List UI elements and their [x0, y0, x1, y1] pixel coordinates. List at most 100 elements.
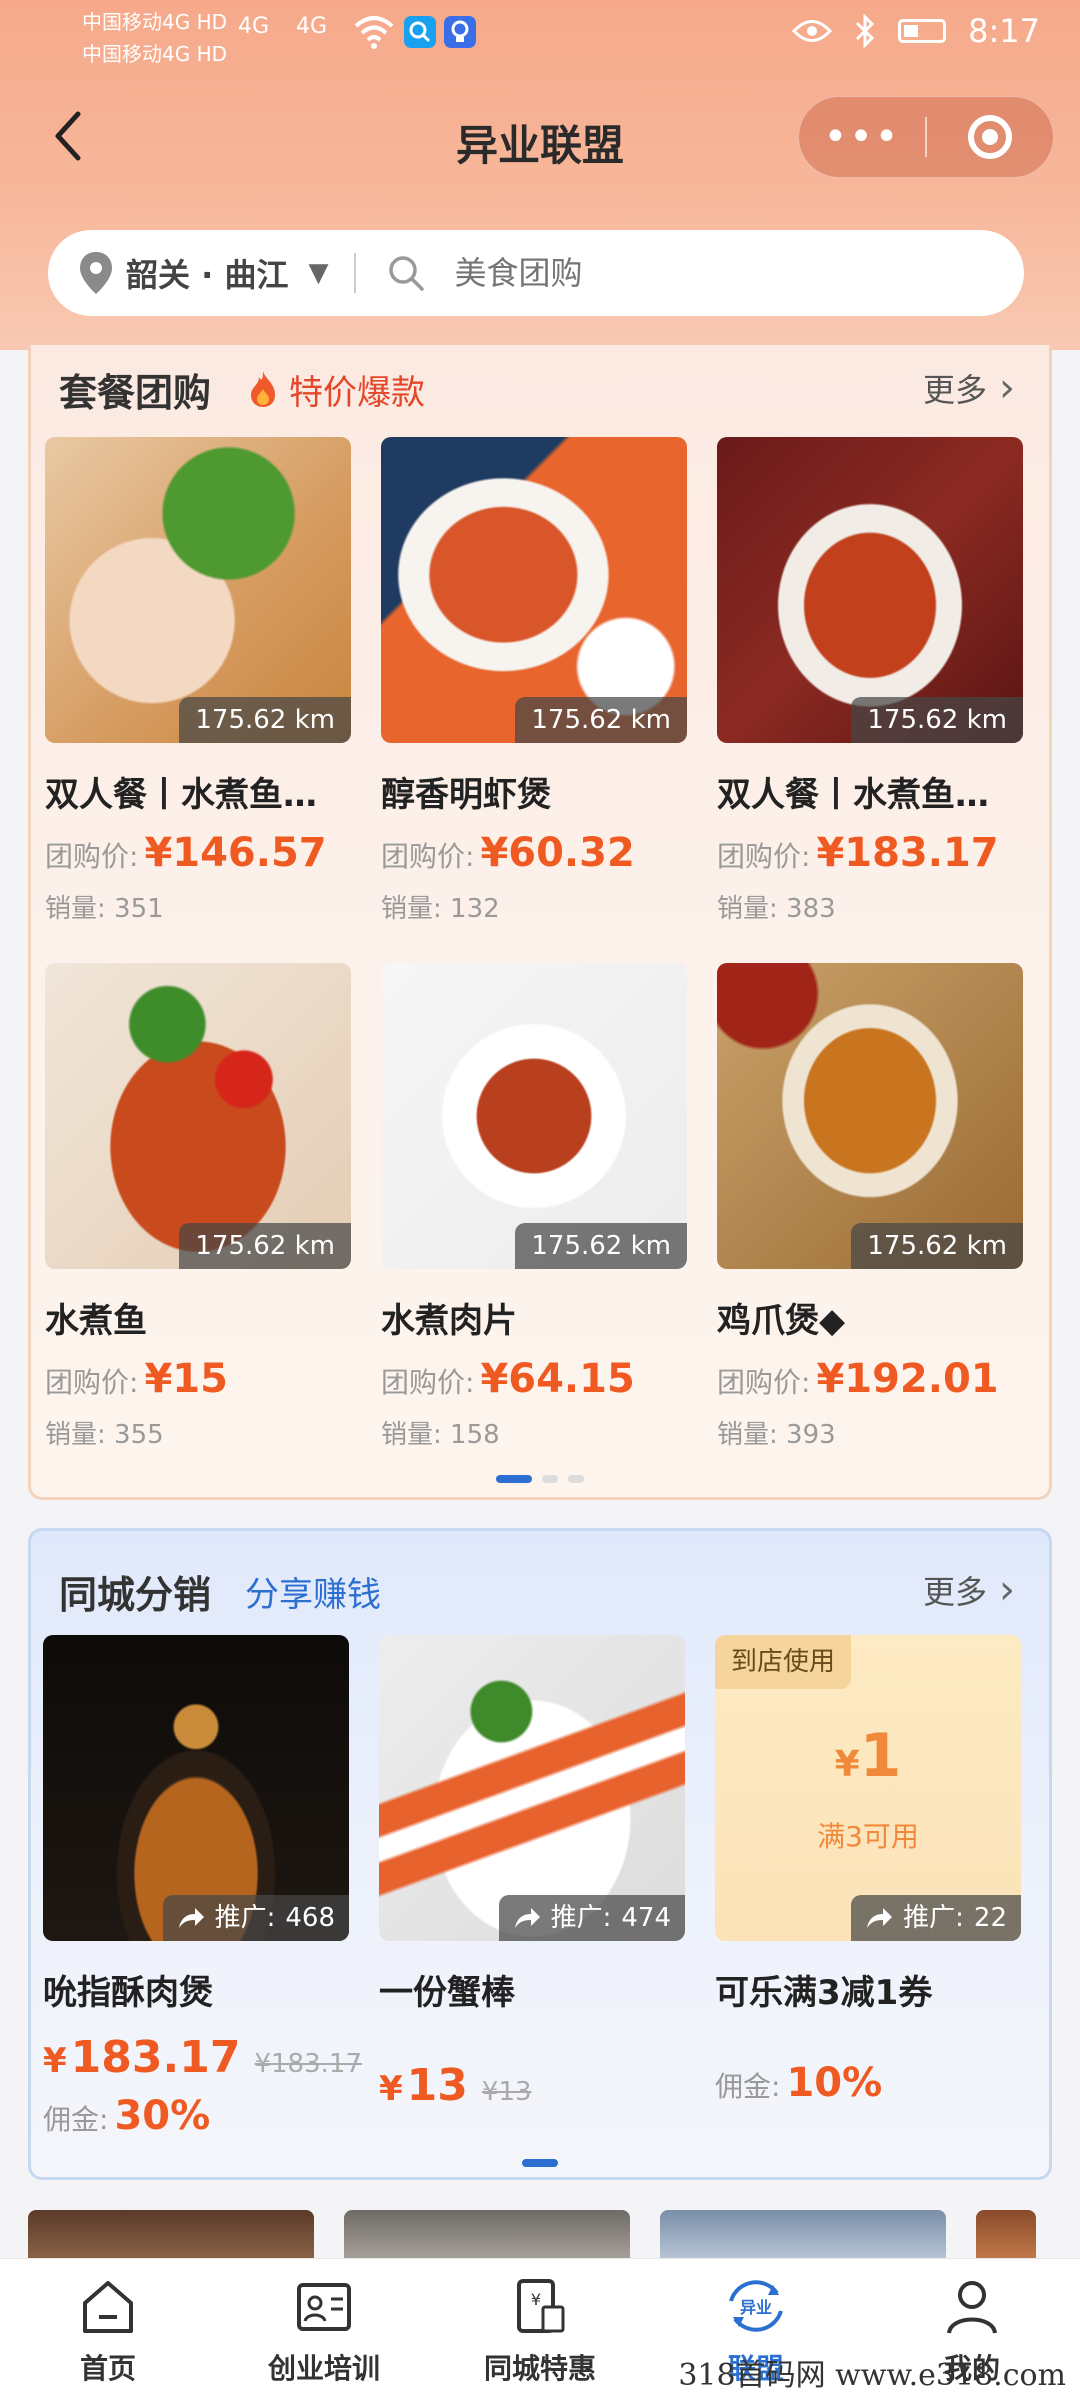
banner-image[interactable] — [28, 2210, 314, 2260]
share-arrow-icon — [514, 1908, 540, 1928]
product-sales: 销量: 351 — [45, 888, 351, 925]
product-card[interactable]: 175.62 km 醇香明虾煲 团购价: ¥60.32 销量: 132 — [381, 437, 687, 925]
distribution-header: 同城分销 分享赚钱 — [59, 1561, 381, 1621]
banner-image[interactable] — [660, 2210, 946, 2260]
currency-symbol: ¥ — [379, 2069, 403, 2109]
product-card[interactable]: 175.62 km 鸡爪煲◆ 团购价: ¥192.01 销量: 393 — [717, 963, 1023, 1451]
banner-image[interactable] — [344, 2210, 630, 2260]
carousel-dot[interactable] — [568, 1475, 584, 1483]
price-label: 团购价: — [381, 840, 475, 873]
product-price: 团购价: ¥183.17 — [717, 830, 1023, 876]
original-price: ¥13 — [481, 2077, 532, 2107]
signal-1-icon: 4G — [238, 14, 270, 39]
svg-text:¥: ¥ — [531, 2290, 541, 2309]
product-sales: 销量: 132 — [381, 888, 687, 925]
commission-label: 佣金: — [43, 2103, 109, 2136]
search-input[interactable] — [454, 254, 955, 292]
carousel-dot-active[interactable] — [522, 2159, 558, 2167]
distribution-section: 同城分销 分享赚钱 更多 › 推广: 468 吮指酥肉煲 ¥183.17 ¥183… — [28, 1528, 1052, 2180]
product-name: 双人餐丨水煮鱼… — [45, 775, 317, 815]
group-buy-section: 套餐团购 特价爆款 更多 › 175.62 km 双人餐丨水煮鱼… 团购价: ¥1… — [28, 345, 1052, 1500]
search-app-icon — [404, 16, 436, 48]
product-image: 175.62 km — [45, 963, 351, 1269]
caret-down-icon[interactable]: ▼ — [308, 258, 328, 288]
tab-local-deals[interactable]: ¥ 同城特惠 — [432, 2259, 648, 2400]
product-price: 团购价: ¥64.15 — [381, 1356, 687, 1402]
coupon-amount: ¥1 — [715, 1721, 1021, 1791]
product-image: 175.62 km — [45, 437, 351, 743]
search-divider — [354, 253, 357, 293]
product-price: 团购价: ¥15 — [45, 1356, 351, 1402]
commission-rate: 30% — [114, 2093, 211, 2139]
deals-icon: ¥ — [517, 2279, 565, 2333]
chevron-right-icon: › — [999, 365, 1015, 411]
flame-icon — [251, 371, 276, 407]
product-image: 推广: 468 — [43, 1635, 349, 1941]
share-arrow-icon — [867, 1908, 893, 1928]
promo-label: 推广: — [550, 1903, 612, 1933]
product-price: 团购价: ¥192.01 — [717, 1356, 1023, 1402]
coupon-currency: ¥ — [834, 1744, 860, 1785]
bottom-tab-bar: 首页 创业培训 ¥ 同城特惠 异业 联盟 我的 318首码网 www.e318.… — [0, 2258, 1080, 2400]
tab-training[interactable]: 创业培训 — [216, 2259, 432, 2400]
more-menu-button[interactable]: ••• — [799, 114, 925, 160]
promo-count: 22 — [973, 1903, 1007, 1933]
product-image: 175.62 km — [717, 963, 1023, 1269]
distribution-tag: 分享赚钱 — [245, 1574, 382, 1615]
tab-home[interactable]: 首页 — [0, 2259, 216, 2400]
wifi-icon — [354, 16, 394, 49]
promo-count: 468 — [285, 1903, 335, 1933]
price-value: ¥146.57 — [144, 830, 327, 876]
sales-label: 销量: — [45, 1420, 106, 1450]
distribution-card[interactable]: 到店使用 ¥1 满3可用 推广: 22 可乐满3减1券 佣金: 10% — [715, 1635, 1021, 2106]
product-card[interactable]: 175.62 km 双人餐丨水煮鱼… 团购价: ¥146.57 销量: 351 — [45, 437, 351, 925]
product-card[interactable]: 175.62 km 双人餐丨水煮鱼… 团购价: ¥183.17 销量: 383 — [717, 437, 1023, 925]
commission-label: 佣金: — [715, 2070, 781, 2103]
sales-value: 132 — [450, 894, 500, 924]
target-icon — [967, 115, 1012, 159]
banner-strip — [28, 2210, 1080, 2260]
distribution-card[interactable]: 推广: 468 吮指酥肉煲 ¥183.17 ¥183.17 佣金: 30% — [43, 1635, 362, 2139]
distribution-card[interactable]: 推广: 474 一份蟹棒 ¥13 ¥13 — [379, 1635, 685, 2111]
product-name: 水煮鱼 — [45, 1301, 147, 1341]
carousel-dot-active[interactable] — [496, 1475, 532, 1483]
product-name: 双人餐丨水煮鱼… — [717, 775, 989, 815]
price-label: 团购价: — [717, 840, 811, 873]
product-card[interactable]: 175.62 km 水煮肉片 团购价: ¥64.15 销量: 158 — [381, 963, 687, 1451]
promo-label: 推广: — [903, 1903, 964, 1933]
promo-badge: 推广: 468 — [162, 1895, 349, 1941]
price-value: 13 — [406, 2060, 468, 2111]
product-image: 推广: 474 — [379, 1635, 685, 1941]
status-bar: 中国移动4G HD 中国移动4G HD 4G 4G 8:17 — [0, 0, 1080, 70]
distance-badge: 175.62 km — [179, 1223, 351, 1269]
search-icon — [389, 256, 425, 291]
carousel-dot[interactable] — [542, 1475, 558, 1483]
product-price: 团购价: ¥60.32 — [381, 830, 687, 876]
promo-count: 474 — [621, 1903, 671, 1933]
price-label: 团购价: — [717, 1366, 811, 1399]
product-name: 鸡爪煲◆ — [717, 1301, 846, 1341]
group-buy-header: 套餐团购 特价爆款 — [59, 359, 425, 419]
sales-label: 销量: — [381, 1420, 442, 1450]
search-bar: 韶关 · 曲江 ▼ — [48, 230, 1024, 316]
coupon-condition: 满3可用 — [817, 1820, 919, 1853]
banner-image[interactable] — [976, 2210, 1036, 2260]
sales-label: 销量: — [717, 894, 778, 924]
group-buy-more-link[interactable]: 更多 › — [923, 365, 1015, 411]
price-value: ¥60.32 — [480, 830, 635, 876]
close-mini-program-button[interactable] — [927, 115, 1053, 159]
sales-value: 158 — [450, 1420, 500, 1450]
distribution-more-link[interactable]: 更多 › — [923, 1567, 1015, 1613]
product-card[interactable]: 175.62 km 水煮鱼 团购价: ¥15 销量: 355 — [45, 963, 351, 1451]
price-label: 团购价: — [45, 840, 139, 873]
location-pin-icon — [80, 252, 112, 294]
product-image: 175.62 km — [717, 437, 1023, 743]
clock-time: 8:17 — [968, 12, 1040, 50]
group-buy-title: 套餐团购 — [59, 370, 212, 415]
tab-label: 同城特惠 — [483, 2352, 596, 2385]
distance-badge: 175.62 km — [851, 1223, 1023, 1269]
product-name: 醇香明虾煲 — [381, 775, 551, 815]
product-sales: 销量: 383 — [717, 888, 1023, 925]
city-selector[interactable]: 韶关 · 曲江 — [126, 250, 288, 296]
sales-value: 355 — [114, 1420, 164, 1450]
